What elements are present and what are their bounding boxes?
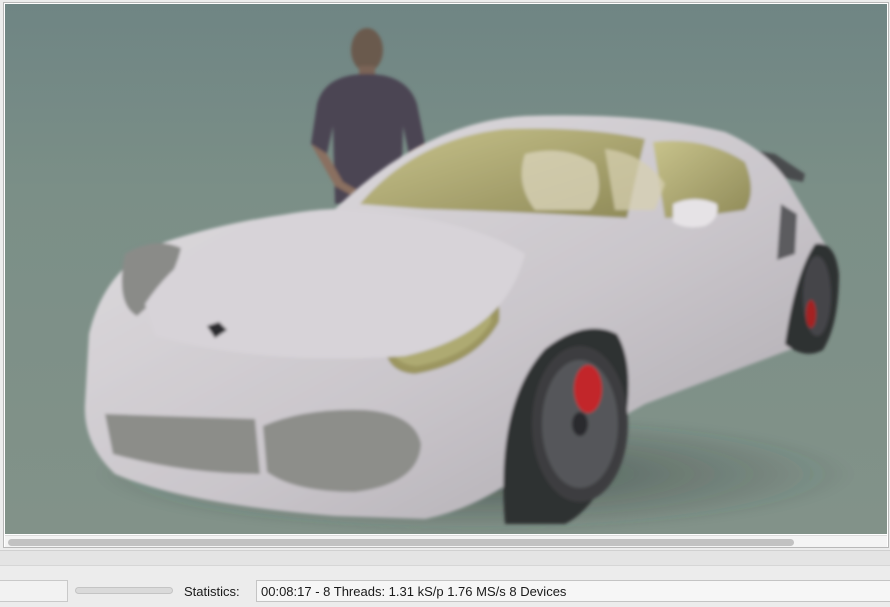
statistics-value: 00:08:17 - 8 Threads: 1.31 kS/p 1.76 MS/… — [261, 584, 567, 599]
statistics-label: Statistics: — [184, 584, 240, 599]
render-progress-bar — [75, 587, 173, 594]
toolbar-strip — [0, 550, 890, 566]
scrollbar-thumb[interactable] — [8, 539, 794, 546]
statistics-field: 00:08:17 - 8 Threads: 1.31 kS/p 1.76 MS/… — [256, 580, 890, 602]
status-bar: Statistics: 00:08:17 - 8 Threads: 1.31 k… — [0, 576, 890, 607]
rendered-image — [5, 4, 887, 534]
horizontal-scrollbar[interactable] — [5, 535, 887, 547]
render-viewport — [3, 2, 889, 548]
status-field — [0, 580, 68, 602]
render-window: Statistics: 00:08:17 - 8 Threads: 1.31 k… — [0, 0, 890, 607]
